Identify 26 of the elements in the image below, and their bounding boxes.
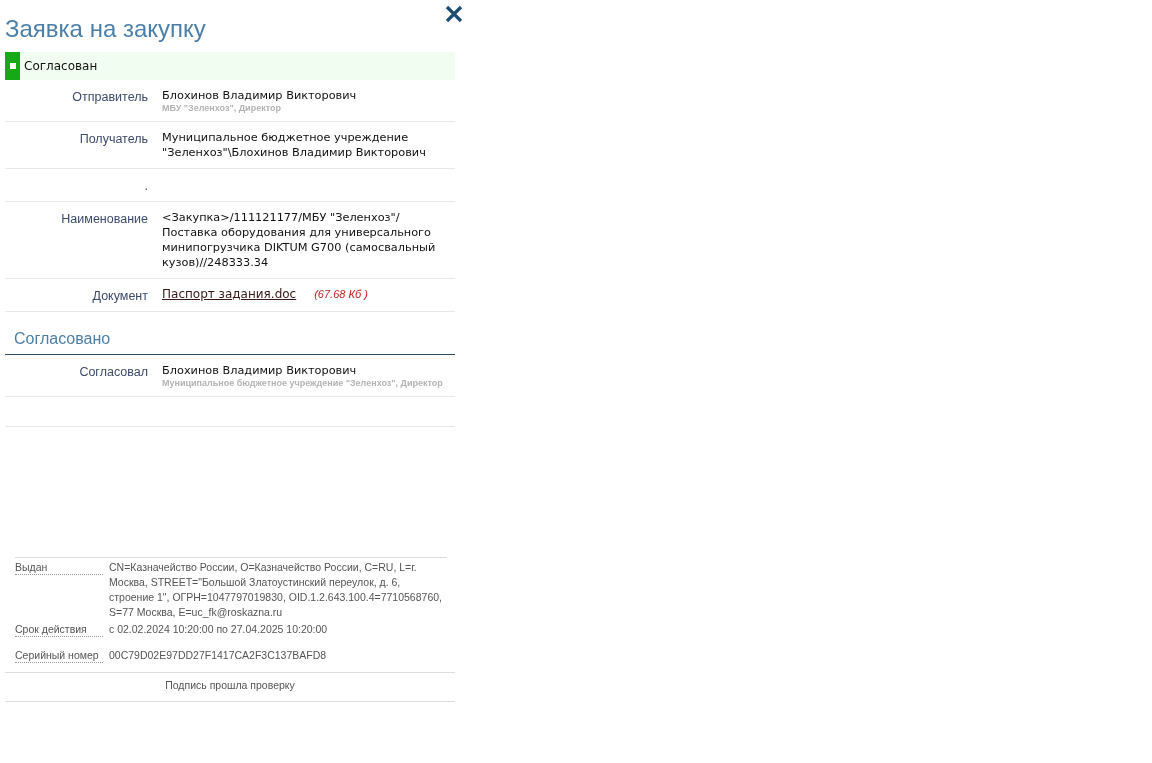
field-value: Блохинов Владимир Викторович [162, 88, 358, 103]
field-value: Блохинов Владимир Викторович [162, 363, 358, 378]
certificate-label: Выдан [15, 560, 103, 575]
field-label: . [143, 178, 148, 193]
certificate-label: Срок действия [15, 622, 103, 637]
field-value: <Закупка>/111121177/МБУ "Зеленхоз"/ Поставка оборудования для универсального минипогрузчика DIKTUM G700 (самосвальный кузов)//248333.34 [162, 210, 437, 270]
certificate-value: 00C79D02E97DD27F1417CA2F3C137BAFD8 [109, 648, 327, 663]
field-value: Муниципальное бюджетное учреждение "Зеленхоз"\Блохинов Владимир Викторович [162, 130, 427, 160]
field-note: Муниципальное бюджетное учреждение "Зеленхоз", Директор [162, 378, 444, 388]
close-icon [445, 5, 463, 23]
field-label: Документ [91, 288, 148, 303]
field-label: Наименование [60, 211, 148, 228]
document-link[interactable]: Паспорт задания.doc [162, 287, 297, 301]
section-heading: Согласовано [5, 312, 455, 355]
status-marker [5, 52, 20, 80]
certificate-value: с 02.02.2024 10:20:00 по 27.04.2025 10:20:00 [109, 622, 328, 637]
field-label: Получатель [78, 131, 148, 148]
field-note: МБУ "Зеленхоз", Директор [162, 103, 282, 113]
certificate-label: Серийный номер [15, 648, 103, 663]
file-size: (67.68 Кб ) [314, 288, 368, 300]
dialog-title: Заявка на закупку [5, 15, 206, 43]
status-label: Согласован [24, 59, 98, 73]
verification-result: Подпись прошла проверку [5, 672, 455, 702]
close-button[interactable] [445, 5, 463, 23]
field-label: Согласовал [78, 364, 148, 381]
field-label: Отправитель [71, 89, 148, 106]
